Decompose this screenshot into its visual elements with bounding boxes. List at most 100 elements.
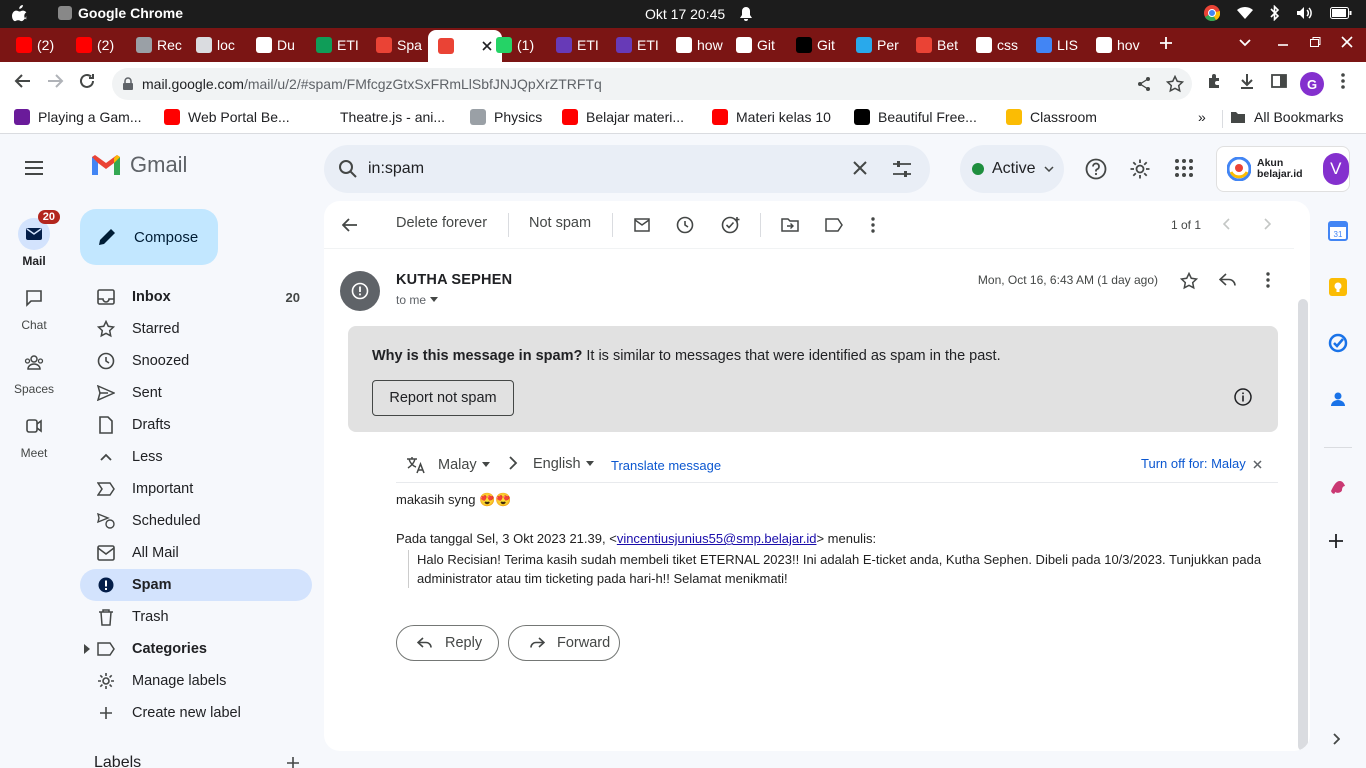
status-selector[interactable]: Active	[960, 145, 1064, 193]
nav-categories[interactable]: Categories	[80, 633, 312, 665]
nav-spam[interactable]: Spam	[80, 569, 312, 601]
browser-tab[interactable]: loc	[196, 32, 246, 58]
expand-panel-icon[interactable]	[1332, 733, 1340, 745]
star-message-icon[interactable]	[1180, 272, 1198, 290]
share-icon[interactable]	[1136, 76, 1152, 92]
wifi-icon[interactable]	[1236, 6, 1254, 20]
nav-drafts[interactable]: Drafts	[80, 409, 312, 441]
addon-icon[interactable]	[1328, 477, 1348, 497]
download-icon[interactable]	[1238, 72, 1256, 90]
turn-off-translate-link[interactable]: Turn off for: Malay	[1141, 456, 1246, 471]
bookmark-item[interactable]: Classroom	[1006, 109, 1097, 125]
bookmark-item[interactable]: Materi kelas 10	[712, 109, 831, 125]
app-menu[interactable]: Google Chrome	[58, 5, 183, 21]
nav-starred[interactable]: Starred	[80, 313, 312, 345]
keep-icon[interactable]	[1328, 277, 1348, 297]
browser-tab[interactable]: hov	[1096, 32, 1146, 58]
bookmark-item[interactable]: Physics	[470, 109, 542, 125]
back-icon[interactable]	[14, 72, 32, 90]
nav-inbox[interactable]: Inbox 20	[80, 281, 312, 313]
reload-icon[interactable]	[78, 72, 96, 90]
more-actions-icon[interactable]	[871, 217, 875, 233]
mark-unread-icon[interactable]	[634, 218, 650, 232]
settings-gear-icon[interactable]	[1129, 158, 1151, 180]
browser-tab[interactable]: ETI	[556, 32, 606, 58]
volume-icon[interactable]	[1296, 6, 1314, 20]
browser-tab[interactable]: ETI	[316, 32, 366, 58]
clear-search-icon[interactable]	[852, 160, 868, 176]
quote-email-link[interactable]: vincentiusjunius55@smp.belajar.id	[617, 531, 817, 546]
message-more-icon[interactable]	[1266, 272, 1270, 288]
bookmark-item[interactable]: Beautiful Free...	[854, 109, 977, 125]
nav-manage-labels[interactable]: Manage labels	[80, 665, 312, 697]
account-switcher[interactable]: Akun belajar.id V	[1216, 146, 1350, 192]
tasks-icon[interactable]	[1328, 333, 1348, 353]
search-bar[interactable]: in:spam	[324, 145, 930, 193]
browser-tab[interactable]: Rec	[136, 32, 186, 58]
info-icon[interactable]	[1234, 388, 1252, 406]
help-icon[interactable]	[1085, 158, 1107, 180]
browser-tab[interactable]: Spa	[376, 32, 426, 58]
translate-message-link[interactable]: Translate message	[611, 458, 721, 473]
browser-tab[interactable]: (2)	[76, 32, 126, 58]
extensions-icon[interactable]	[1206, 72, 1224, 90]
address-bar[interactable]: mail.google.com/mail/u/2/#spam/FMfcgzGtx…	[112, 68, 1192, 100]
back-to-list-icon[interactable]	[342, 217, 358, 233]
delete-forever-button[interactable]: Delete forever	[396, 215, 487, 231]
caret-right-icon[interactable]	[84, 644, 90, 654]
browser-tab[interactable]: Du	[256, 32, 306, 58]
newer-icon[interactable]	[1223, 218, 1231, 230]
account-avatar[interactable]: V	[1322, 153, 1349, 185]
add-label-icon[interactable]	[286, 756, 300, 768]
scrollbar[interactable]	[1298, 299, 1308, 751]
contacts-icon[interactable]	[1328, 389, 1348, 409]
all-bookmarks[interactable]: All Bookmarks	[1230, 109, 1343, 125]
nav-snoozed[interactable]: Snoozed	[80, 345, 312, 377]
browser-tab[interactable]: LIS	[1036, 32, 1086, 58]
browser-tab[interactable]: (1)	[496, 32, 546, 58]
nav-create-label[interactable]: Create new label	[80, 697, 312, 729]
nav-trash[interactable]: Trash	[80, 601, 312, 633]
report-not-spam-button[interactable]: Report not spam	[372, 380, 514, 416]
restore-icon[interactable]	[1308, 35, 1322, 49]
rail-chat[interactable]: Chat	[0, 282, 68, 332]
forward-button[interactable]: Forward	[508, 625, 620, 661]
rail-spaces[interactable]: Spaces	[0, 346, 68, 396]
browser-tab[interactable]: Git	[736, 32, 786, 58]
translate-to-select[interactable]: English	[533, 456, 595, 472]
recipient-details[interactable]: to me	[396, 293, 439, 307]
new-tab-button[interactable]	[1158, 35, 1174, 51]
browser-tab[interactable]: css	[976, 32, 1026, 58]
nav-less[interactable]: Less	[80, 441, 312, 473]
sender-avatar[interactable]	[340, 271, 380, 311]
forward-icon[interactable]	[46, 72, 64, 90]
browser-tab[interactable]: how	[676, 32, 726, 58]
rail-mail[interactable]: 20 Mail	[0, 210, 68, 268]
nav-important[interactable]: Important	[80, 473, 312, 505]
profile-avatar[interactable]: G	[1300, 72, 1324, 96]
rail-meet[interactable]: Meet	[0, 410, 68, 460]
clock[interactable]: Okt 17 20:45	[645, 6, 753, 22]
get-addons-icon[interactable]	[1328, 533, 1344, 549]
chrome-menu-icon[interactable]	[1340, 72, 1346, 90]
bookmark-item[interactable]: Belajar materi...	[562, 109, 684, 125]
reply-icon[interactable]	[1219, 273, 1237, 287]
calendar-icon[interactable]: 31	[1328, 221, 1348, 241]
minimize-icon[interactable]	[1276, 35, 1290, 49]
close-window-icon[interactable]	[1340, 35, 1354, 49]
reply-button[interactable]: Reply	[396, 625, 499, 661]
search-icon[interactable]	[338, 159, 358, 179]
compose-button[interactable]: Compose	[80, 209, 218, 265]
not-spam-button[interactable]: Not spam	[529, 215, 591, 231]
older-icon[interactable]	[1263, 218, 1271, 230]
browser-tab[interactable]: Bet	[916, 32, 966, 58]
browser-tab[interactable]: (2)	[16, 32, 66, 58]
translate-from-select[interactable]: Malay	[406, 456, 491, 474]
browser-tab[interactable]: Git	[796, 32, 846, 58]
nav-sent[interactable]: Sent	[80, 377, 312, 409]
search-input[interactable]: in:spam	[368, 160, 424, 178]
bookmark-star-icon[interactable]	[1166, 75, 1184, 93]
move-to-icon[interactable]	[781, 217, 799, 233]
labels-icon[interactable]	[825, 218, 843, 232]
tab-search-chevron-icon[interactable]	[1238, 35, 1252, 49]
